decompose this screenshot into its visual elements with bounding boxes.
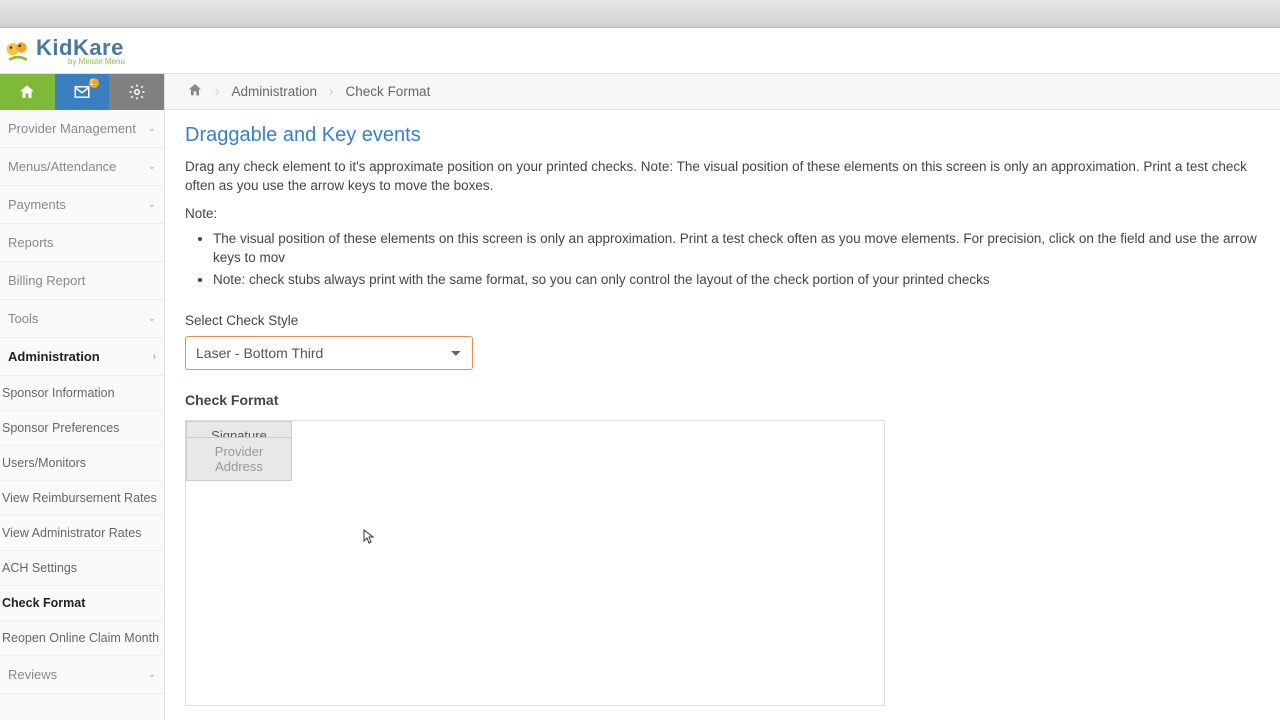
breadcrumb-separator: › [329, 84, 334, 99]
settings-button[interactable] [109, 74, 164, 110]
sidebar-item-label: Reviews [8, 667, 57, 682]
page-content: Draggable and Key events Drag any check … [165, 110, 1280, 720]
chevron-down-icon: ⌄ [148, 313, 156, 324]
sidebar-item-label: View Administrator Rates [2, 526, 141, 540]
sidebar-item-label: Payments [8, 197, 66, 212]
gear-icon [128, 83, 146, 101]
chevron-down-icon: ⌄ [148, 669, 156, 680]
logo-subtext: by Minute Menu [68, 57, 125, 66]
window-chrome-strip [0, 0, 1280, 28]
sidebar: 1 Provider Management ⌄ Menus/Attendance… [0, 74, 165, 720]
page-intro: Drag any check element to it's approxima… [185, 157, 1260, 196]
sidebar-item-label: Menus/Attendance [8, 159, 116, 174]
sidebar-item-label: Provider Management [8, 121, 136, 136]
app-logo[interactable]: KidKare by Minute Menu [4, 35, 125, 66]
sidebar-section-menus-attendance[interactable]: Menus/Attendance ⌄ [0, 148, 164, 186]
chevron-down-icon: ⌄ [148, 123, 156, 134]
note-label: Note: [185, 206, 1260, 221]
sidebar-section-billing-report[interactable]: Billing Report [0, 262, 164, 300]
sidebar-item-view-administrator-rates[interactable]: View Administrator Rates [0, 516, 164, 551]
chevron-down-icon: ⌄ [148, 161, 156, 172]
sidebar-section-reviews[interactable]: Reviews ⌄ [0, 656, 164, 694]
sidebar-item-label: Reopen Online Claim Month [2, 631, 159, 645]
breadcrumb-current: Check Format [346, 84, 431, 99]
sidebar-section-reports[interactable]: Reports [0, 224, 164, 262]
sidebar-item-check-format[interactable]: Check Format [0, 586, 164, 621]
check-style-select[interactable]: Laser - Bottom Third [185, 336, 473, 370]
check-element-provider-address[interactable]: Provider Address [186, 437, 292, 481]
main-panel: › Administration › Check Format Draggabl… [165, 74, 1280, 720]
breadcrumb-home[interactable] [187, 82, 203, 101]
home-button[interactable] [0, 74, 55, 110]
mouse-cursor-icon [363, 529, 375, 545]
note-item: The visual position of these elements on… [213, 229, 1260, 268]
home-icon [187, 82, 203, 98]
note-list: The visual position of these elements on… [185, 229, 1260, 290]
sidebar-item-label: Users/Monitors [2, 456, 86, 470]
sidebar-item-label: Tools [8, 311, 38, 326]
messages-button[interactable]: 1 [55, 74, 110, 110]
sidebar-item-label: View Reimbursement Rates [2, 491, 157, 505]
sidebar-item-view-reimbursement-rates[interactable]: View Reimbursement Rates [0, 481, 164, 516]
sidebar-item-label: Sponsor Preferences [2, 421, 119, 435]
sidebar-item-label: ACH Settings [2, 561, 77, 575]
select-check-style-label: Select Check Style [185, 313, 1260, 328]
sidebar-item-label: Reports [8, 235, 54, 250]
sidebar-section-provider-management[interactable]: Provider Management ⌄ [0, 110, 164, 148]
sidebar-icon-bar: 1 [0, 74, 164, 110]
sidebar-item-sponsor-preferences[interactable]: Sponsor Preferences [0, 411, 164, 446]
sidebar-item-sponsor-information[interactable]: Sponsor Information [0, 376, 164, 411]
chevron-right-icon: › [153, 351, 156, 362]
kidkare-logo-icon [4, 37, 32, 65]
sidebar-item-ach-settings[interactable]: ACH Settings [0, 551, 164, 586]
messages-badge: 1 [89, 78, 99, 88]
logo-bar: KidKare by Minute Menu [0, 28, 1280, 74]
breadcrumb: › Administration › Check Format [165, 74, 1280, 110]
sidebar-item-label: Administration [8, 349, 100, 364]
sidebar-item-label: Billing Report [8, 273, 85, 288]
envelope-icon [73, 83, 91, 101]
sidebar-item-label: Check Format [2, 596, 85, 610]
sidebar-section-administration[interactable]: Administration › [0, 338, 164, 376]
sidebar-section-payments[interactable]: Payments ⌄ [0, 186, 164, 224]
sidebar-item-users-monitors[interactable]: Users/Monitors [0, 446, 164, 481]
sidebar-section-tools[interactable]: Tools ⌄ [0, 300, 164, 338]
note-item: Note: check stubs always print with the … [213, 270, 1260, 290]
sidebar-scroll[interactable]: Provider Management ⌄ Menus/Attendance ⌄… [0, 110, 164, 720]
home-icon [18, 83, 36, 101]
sidebar-item-label: Sponsor Information [2, 386, 115, 400]
sidebar-item-reopen-online-claim-month[interactable]: Reopen Online Claim Month [0, 621, 164, 656]
breadcrumb-administration[interactable]: Administration [232, 84, 318, 99]
breadcrumb-separator: › [215, 84, 220, 99]
check-format-canvas[interactable]: Signature Provider Address [185, 420, 885, 706]
page-title: Draggable and Key events [185, 124, 1260, 147]
chevron-down-icon: ⌄ [148, 199, 156, 210]
check-format-label: Check Format [185, 392, 1260, 408]
